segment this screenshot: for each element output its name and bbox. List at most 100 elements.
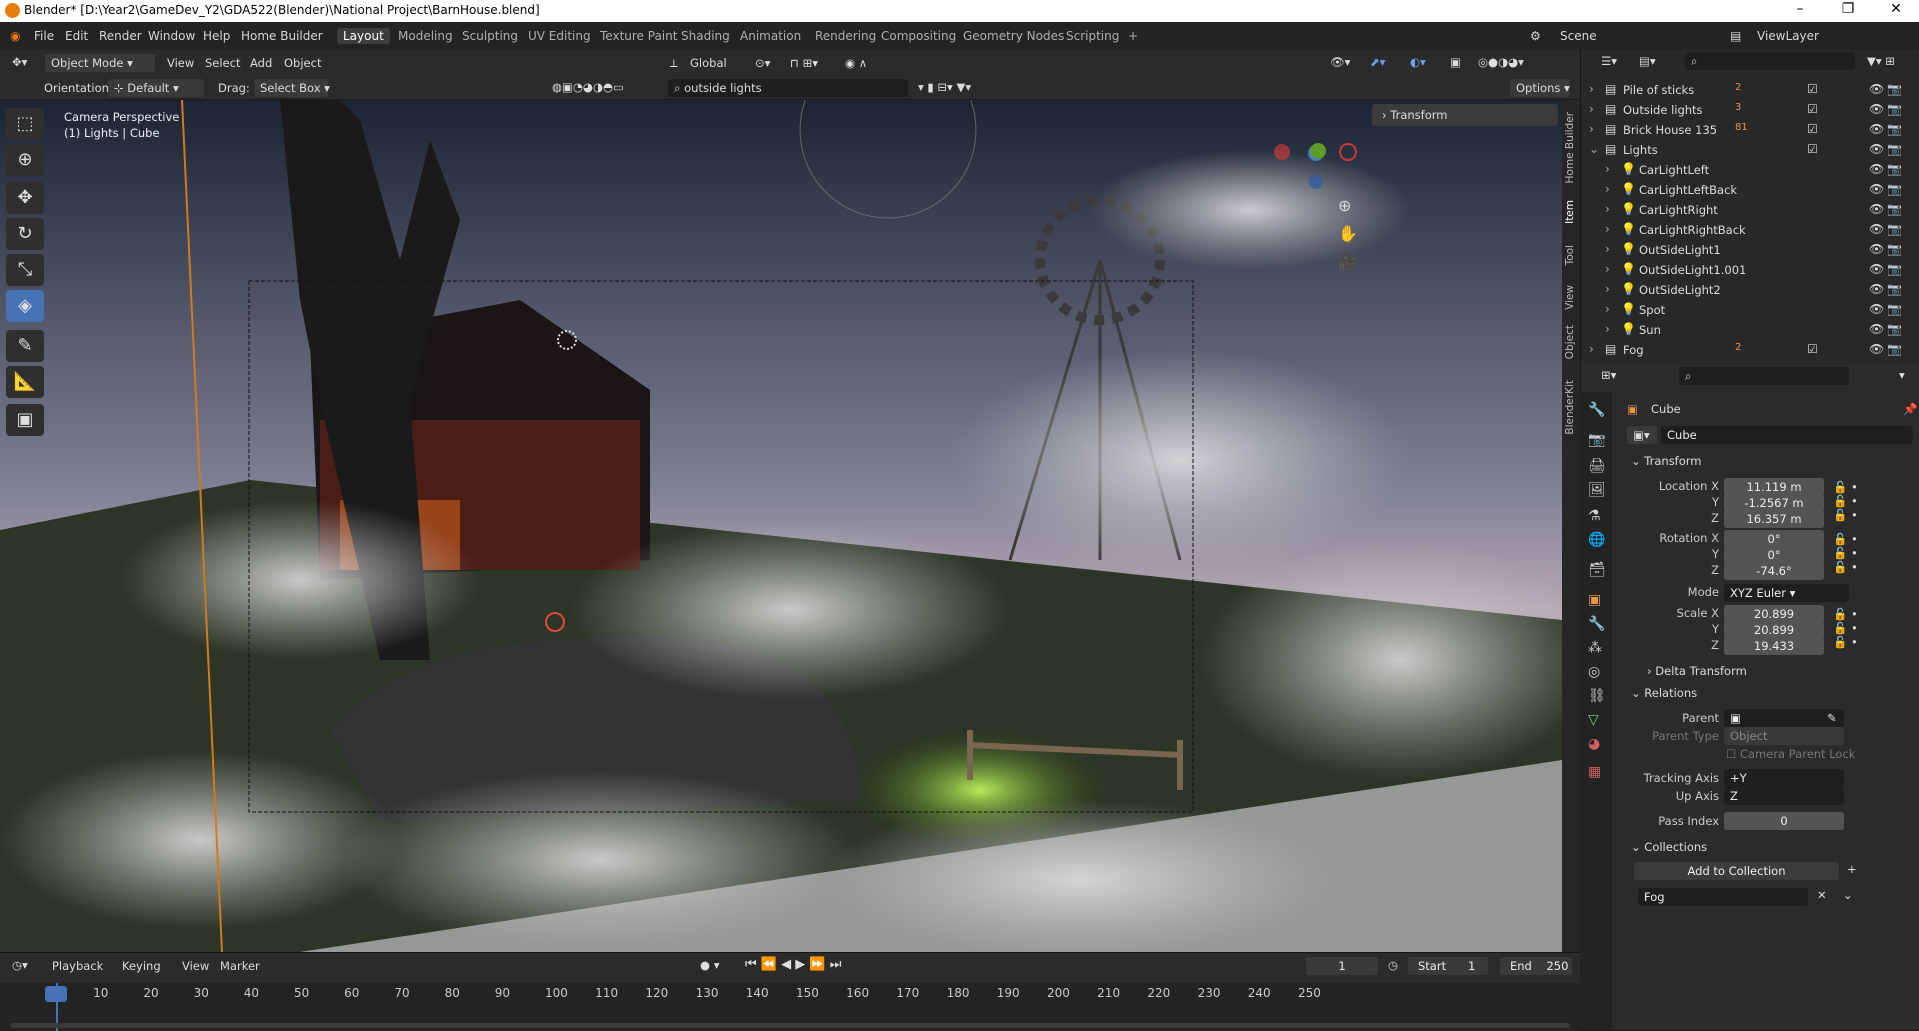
outliner-row[interactable]: › 💡 CarLightLeft 👁 📷 — [1581, 160, 1919, 180]
outliner-row[interactable]: › 💡 CarLightRightBack 👁 📷 — [1581, 220, 1919, 240]
maximize-button[interactable]: ❐ — [1828, 1, 1868, 17]
visibility-icon[interactable]: 👁▾ — [1330, 55, 1350, 69]
add-cube-tool-icon[interactable]: ▣ — [6, 404, 44, 436]
collections-section-header[interactable]: ⌄ Collections — [1631, 840, 1707, 854]
tab-sculpting[interactable]: Sculpting — [456, 28, 524, 44]
menu-help[interactable]: Help — [203, 29, 230, 43]
outliner-row[interactable]: › ▤ Brick House 135 81 ☑ 👁 📷 — [1581, 120, 1919, 140]
view-layer-tab-icon[interactable]: 🖼 — [1588, 482, 1606, 498]
camera-render-icon[interactable]: 📷 — [1887, 302, 1902, 316]
menu-add[interactable]: Add — [250, 56, 272, 70]
move-tool-icon[interactable]: ✥ — [6, 182, 44, 214]
menu-home-builder[interactable]: Home Builder — [241, 29, 323, 43]
camera-render-icon[interactable]: 📷 — [1887, 342, 1902, 356]
timeline-scrollbar[interactable] — [10, 1023, 1570, 1028]
collection-checkbox[interactable]: ☑ — [1807, 122, 1818, 136]
pan-hand-icon[interactable]: ✋ — [1338, 224, 1358, 243]
mode-selector[interactable]: Object Mode ▾ — [45, 54, 155, 72]
menu-keying[interactable]: Keying — [122, 959, 161, 973]
outliner-row[interactable]: › 💡 CarLightLeftBack 👁 📷 — [1581, 180, 1919, 200]
render-properties-tab-icon[interactable]: 📷 — [1588, 432, 1605, 448]
tab-shading[interactable]: Shading — [675, 28, 736, 44]
lock-location-icons[interactable]: 🔓 • 🔓 • 🔓 • — [1833, 480, 1858, 522]
view-layer-selector[interactable]: ViewLayer — [1757, 29, 1819, 43]
eye-icon[interactable]: 👁 — [1869, 162, 1884, 176]
outliner-row[interactable]: › 💡 Sun 👁 📷 — [1581, 320, 1919, 340]
lock-scale-icons[interactable]: 🔓 • 🔓 • 🔓 • — [1833, 607, 1858, 649]
material-tab-icon[interactable]: ◕ — [1588, 736, 1600, 752]
camera-render-icon[interactable]: 📷 — [1887, 282, 1902, 296]
outliner-row[interactable]: › 💡 OutSideLight2 👁 📷 — [1581, 280, 1919, 300]
outliner-row[interactable]: › ▤ Pile of sticks 2 ☑ 👁 📷 — [1581, 80, 1919, 100]
eye-icon[interactable]: 👁 — [1869, 282, 1884, 296]
parent-type-dropdown[interactable]: Object — [1724, 727, 1844, 745]
camera-render-icon[interactable]: 📷 — [1887, 182, 1902, 196]
eye-icon[interactable]: 👁 — [1869, 342, 1884, 356]
sidebar-tab-blenderkit[interactable]: BlenderKit — [1564, 380, 1576, 435]
remove-collection-icon[interactable]: ✕ — [1817, 888, 1827, 902]
transform-orientation-dropdown[interactable]: Global — [690, 56, 727, 70]
properties-editor-icon[interactable]: ⊞▾ — [1601, 368, 1616, 382]
camera-render-icon[interactable]: 📷 — [1887, 222, 1902, 236]
sidebar-tab-home-builder[interactable]: Home Builder — [1564, 112, 1576, 183]
eye-icon[interactable]: 👁 — [1869, 82, 1884, 96]
scale-tool-icon[interactable]: ⤡ — [6, 254, 44, 286]
orientation-dropdown[interactable]: ⊹ Default ▾ — [108, 79, 204, 97]
outliner-row[interactable]: › 💡 OutSideLight1.001 👁 📷 — [1581, 260, 1919, 280]
eye-icon[interactable]: 👁 — [1869, 142, 1884, 156]
sidebar-tab-tool[interactable]: Tool — [1564, 245, 1576, 265]
eye-icon[interactable]: 👁 — [1869, 202, 1884, 216]
tab-uv-editing[interactable]: UV Editing — [522, 28, 597, 44]
chevron-right-icon[interactable]: › — [1589, 82, 1594, 96]
record-icon[interactable]: ● ▾ — [700, 958, 719, 972]
scene-tab-icon[interactable]: ⚗ — [1588, 508, 1601, 524]
chevron-right-icon[interactable]: › — [1605, 302, 1610, 316]
object-name-field[interactable]: Cube — [1661, 426, 1913, 444]
menu-file[interactable]: File — [34, 29, 54, 43]
tab-rendering[interactable]: Rendering — [809, 28, 882, 44]
eye-icon[interactable]: 👁 — [1869, 302, 1884, 316]
proportional-edit-icon[interactable]: ◉ ∧ — [845, 56, 867, 70]
menu-marker[interactable]: Marker — [220, 959, 260, 973]
shading-modes-icon[interactable]: ◎●◑◕▾ — [1478, 55, 1524, 69]
annotate-tool-icon[interactable]: ✎ — [6, 330, 44, 362]
clock-icon[interactable]: ◷ — [1388, 958, 1398, 972]
texture-tab-icon[interactable]: ▦ — [1588, 764, 1601, 780]
world-tab-icon[interactable]: 🌐 — [1588, 532, 1605, 548]
scale-z-field[interactable]: 19.433 — [1724, 637, 1824, 655]
menu-edit[interactable]: Edit — [65, 29, 88, 43]
menu-object[interactable]: Object — [284, 56, 321, 70]
menu-view[interactable]: View — [167, 56, 194, 70]
camera-render-icon[interactable]: 📷 — [1887, 262, 1902, 276]
modifiers-tab-icon[interactable]: 🔧 — [1588, 616, 1605, 632]
constraints-tab-icon[interactable]: ⛓ — [1588, 688, 1606, 704]
start-frame-field[interactable]: Start 1 — [1408, 957, 1488, 975]
eyedropper-icon[interactable]: ✎ — [1827, 711, 1837, 725]
menu-view-timeline[interactable]: View — [182, 959, 209, 973]
chevron-right-icon[interactable]: › — [1605, 202, 1610, 216]
outliner-row[interactable]: ⌄ ▤ Lights ☑ 👁 📷 — [1581, 140, 1919, 160]
collection-name-field[interactable]: Fog — [1638, 888, 1808, 906]
tab-compositing[interactable]: Compositing — [875, 28, 962, 44]
output-properties-tab-icon[interactable]: 🖨 — [1588, 458, 1606, 474]
add-workspace-button[interactable]: + — [1122, 28, 1144, 44]
blender-menu-icon[interactable]: ◉ — [10, 29, 20, 43]
outliner-row[interactable]: › 💡 CarLightRight 👁 📷 — [1581, 200, 1919, 220]
outliner-filter-icon[interactable]: ▼▾ ⊞ — [1867, 54, 1895, 68]
chevron-right-icon[interactable]: › — [1605, 262, 1610, 276]
timeline-track[interactable]: 1102030405060708090100110120130140150160… — [0, 983, 1580, 1031]
tracking-axis-dropdown[interactable]: +Y — [1724, 769, 1844, 787]
close-button[interactable]: ✕ — [1876, 1, 1916, 17]
viewport-search-input[interactable]: ⌕ outside lights — [668, 79, 908, 97]
collection-checkbox[interactable]: ☑ — [1807, 102, 1818, 116]
eye-icon[interactable]: 👁 — [1869, 102, 1884, 116]
outliner-row[interactable]: › 💡 OutSideLight1 👁 📷 — [1581, 240, 1919, 260]
gizmo-icon[interactable]: ⬈▾ — [1370, 55, 1385, 69]
up-axis-dropdown[interactable]: Z — [1724, 787, 1844, 805]
menu-select[interactable]: Select — [205, 56, 240, 70]
location-z-field[interactable]: 16.357 m — [1724, 510, 1824, 528]
sidebar-tab-object[interactable]: Object — [1564, 325, 1576, 359]
chevron-right-icon[interactable]: › — [1605, 322, 1610, 336]
scene-selector[interactable]: Scene — [1560, 29, 1597, 43]
timeline-editor-icon[interactable]: ◷▾ — [12, 958, 28, 972]
